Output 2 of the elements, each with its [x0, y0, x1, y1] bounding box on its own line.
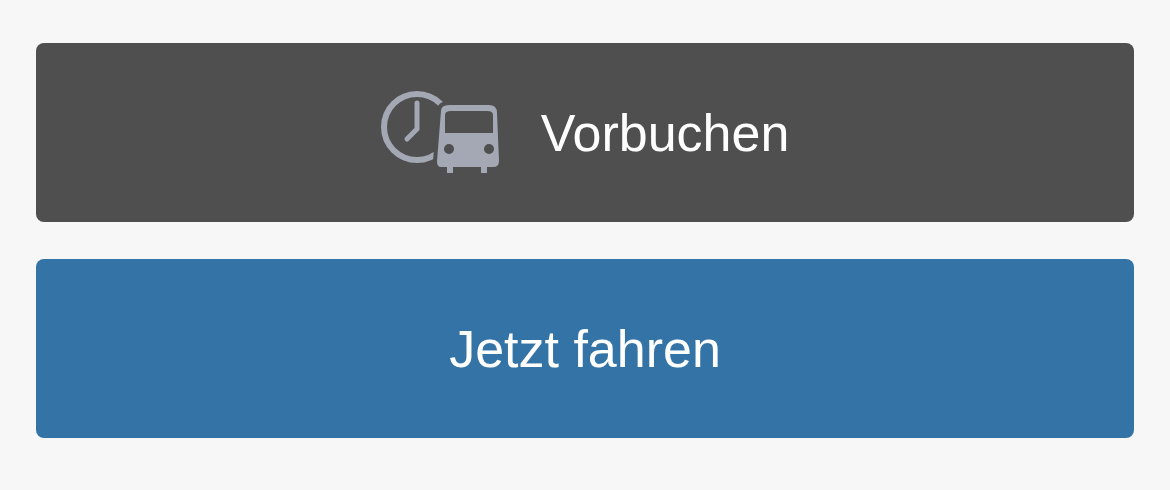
action-button[interactable]: Vorbuchen — [36, 43, 1134, 222]
action-button[interactable]: Jetzt fahren — [36, 259, 1134, 438]
